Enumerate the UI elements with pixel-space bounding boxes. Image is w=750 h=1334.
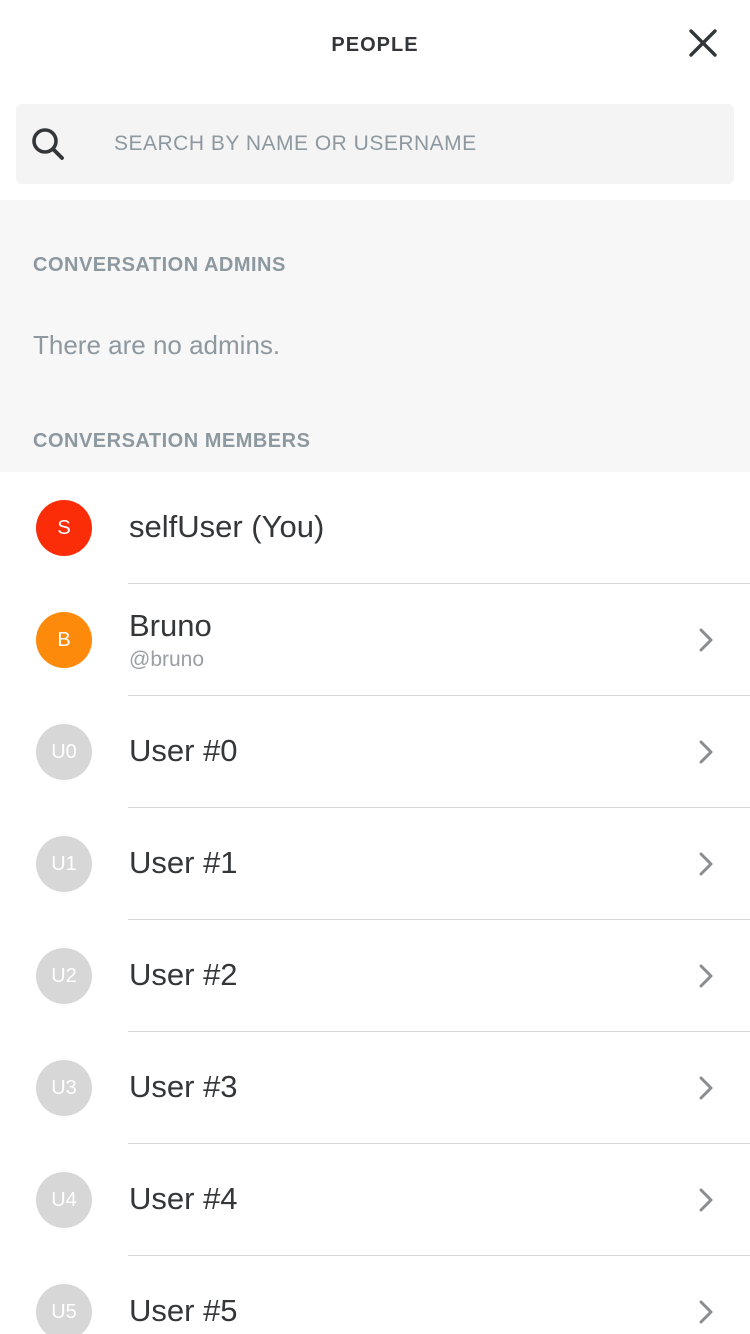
- close-icon: [689, 29, 717, 57]
- member-username: @bruno: [129, 648, 205, 671]
- avatar: U1: [36, 836, 92, 892]
- member-row-user-4[interactable]: U4 User #4: [0, 1144, 750, 1256]
- member-name: User #5: [129, 1293, 238, 1328]
- member-row-user-3[interactable]: U3 User #3: [0, 1032, 750, 1144]
- member-name: User #0: [129, 733, 238, 768]
- member-name: Bruno: [129, 608, 212, 643]
- page-title: PEOPLE: [331, 34, 419, 56]
- member-name: User #3: [129, 1069, 238, 1104]
- member-row-user-1[interactable]: U1 User #1: [0, 808, 750, 920]
- chevron-right-icon: [699, 740, 713, 764]
- avatar: S: [36, 500, 92, 556]
- search-box[interactable]: [16, 104, 734, 184]
- chevron-right-icon: [699, 628, 713, 652]
- avatar: U2: [36, 948, 92, 1004]
- member-name: selfUser (You): [129, 509, 325, 544]
- chevron-right-icon: [699, 1188, 713, 1212]
- member-row-user-2[interactable]: U2 User #2: [0, 920, 750, 1032]
- avatar: U3: [36, 1060, 92, 1116]
- member-name: User #1: [129, 845, 238, 880]
- chevron-right-icon: [699, 1300, 713, 1324]
- member-name: User #4: [129, 1181, 238, 1216]
- member-sections: CONVERSATION ADMINS There are no admins.…: [0, 200, 750, 472]
- members-list: S selfUser (You) B Bruno @bruno U0 User …: [0, 472, 750, 1334]
- chevron-right-icon: [699, 852, 713, 876]
- member-row-user-0[interactable]: U0 User #0: [0, 696, 750, 808]
- search-icon: [32, 128, 64, 160]
- member-row-user-5[interactable]: U5 User #5: [0, 1256, 750, 1334]
- avatar: U5: [36, 1284, 92, 1334]
- search-input[interactable]: [112, 131, 734, 157]
- member-row-self: S selfUser (You): [0, 472, 750, 584]
- search-bar: [0, 96, 750, 200]
- no-admins-text: There are no admins.: [33, 330, 281, 360]
- chevron-right-icon: [699, 964, 713, 988]
- avatar: B: [36, 612, 92, 668]
- admins-section-header: CONVERSATION ADMINS: [33, 254, 286, 276]
- chevron-right-icon: [699, 1076, 713, 1100]
- close-button[interactable]: [686, 26, 720, 60]
- member-name: User #2: [129, 957, 238, 992]
- members-section-header: CONVERSATION MEMBERS: [33, 430, 311, 452]
- member-row-bruno[interactable]: B Bruno @bruno: [0, 584, 750, 696]
- avatar: U4: [36, 1172, 92, 1228]
- avatar: U0: [36, 724, 92, 780]
- header: PEOPLE: [0, 0, 750, 96]
